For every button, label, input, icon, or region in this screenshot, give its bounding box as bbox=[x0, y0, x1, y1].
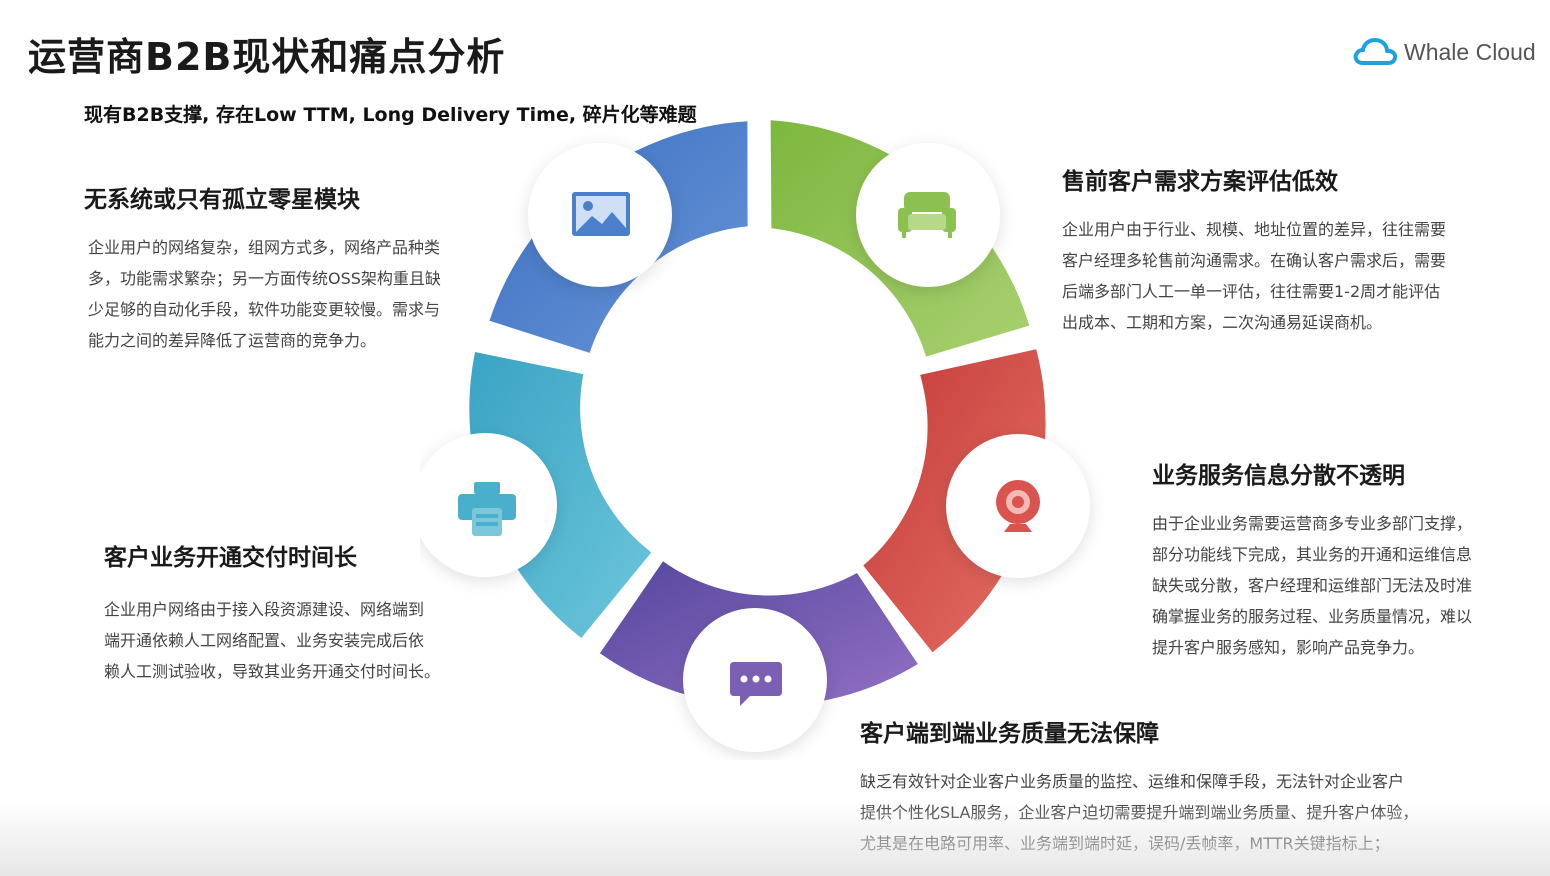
pain-point-delivery: 客户业务开通交付时间长 企业用户网络由于接入段资源建设、网络端到 端开通依赖人工… bbox=[104, 538, 484, 687]
pain-point-title: 客户业务开通交付时间长 bbox=[104, 545, 357, 571]
page-title: 运营商B2B现状和痛点分析 bbox=[28, 35, 506, 79]
pain-point-line: 后端多部门人工一单一评估，往往需要1-2周才能评估 bbox=[1062, 282, 1441, 301]
cloud-icon bbox=[1353, 38, 1398, 65]
pain-point-title: 业务服务信息分散不透明 bbox=[1152, 463, 1405, 489]
pain-point-line: 企业用户网络由于接入段资源建设、网络端到 bbox=[104, 600, 425, 619]
pain-point-line: 企业用户的网络复杂，组网方式多，网络产品种类 bbox=[88, 238, 441, 257]
pain-point-line: 少足够的自动化手段，软件功能变更较慢。需求与 bbox=[88, 300, 441, 319]
pain-point-line: 端开通依赖人工网络配置、业务安装完成后依 bbox=[104, 631, 425, 650]
pain-point-line: 能力之间的差异降低了运营商的竞争力。 bbox=[88, 331, 377, 350]
pain-point-quality: 客户端到端业务质量无法保障 缺乏有效针对企业客户业务质量的监控、运维和保障手段，… bbox=[860, 714, 1480, 859]
pain-point-line: 客户经理多轮售前沟通需求。在确认客户需求后，需要 bbox=[1062, 251, 1447, 270]
pain-point-line: 尤其是在电路可用率、业务端到端时延，误码/丢帧率，MTTR关键指标上； bbox=[860, 834, 1390, 853]
cycle-diagram bbox=[420, 120, 1090, 752]
company-logo: Whale Cloud bbox=[1352, 32, 1536, 72]
pain-point-line: 缺乏有效针对企业客户业务质量的监控、运维和保障手段，无法针对企业客户 bbox=[860, 772, 1405, 791]
pain-point-line: 部分功能线下完成，其业务的开通和运维信息 bbox=[1152, 545, 1473, 564]
pain-point-line: 多，功能需求繁杂；另一方面传统OSS架构重且缺 bbox=[88, 269, 441, 288]
logo-text: Whale Cloud bbox=[1404, 38, 1536, 65]
image-icon bbox=[572, 192, 630, 236]
pain-point-presales: 售前客户需求方案评估低效 企业用户由于行业、规模、地址位置的差异，往往需要 客户… bbox=[1062, 162, 1502, 338]
pain-point-info: 业务服务信息分散不透明 由于企业业务需要运营商多专业多部门支撑， 部分功能线下完… bbox=[1152, 456, 1532, 663]
pain-point-line: 出成本、工期和方案，二次沟通易延误商机。 bbox=[1062, 313, 1383, 332]
pain-point-isolated: 无系统或只有孤立零星模块 企业用户的网络复杂，组网方式多，网络产品种类 多，功能… bbox=[84, 180, 484, 356]
pain-point-title: 无系统或只有孤立零星模块 bbox=[84, 187, 360, 213]
pain-point-title: 售前客户需求方案评估低效 bbox=[1062, 169, 1338, 195]
pain-point-line: 缺失或分散，客户经理和运维部门无法及时准 bbox=[1152, 576, 1473, 595]
pain-point-line: 赖人工测试验收，导致其业务开通交付时间长。 bbox=[104, 662, 441, 681]
pain-point-line: 提供个性化SLA服务，企业客户迫切需要提升端到端业务质量、提升客户体验， bbox=[860, 803, 1419, 822]
pain-point-line: 确掌握业务的服务过程、业务质量情况，难以 bbox=[1152, 607, 1473, 626]
pain-point-title: 客户端到端业务质量无法保障 bbox=[860, 721, 1159, 747]
pain-point-line: 提升客户服务感知，影响产品竞争力。 bbox=[1152, 638, 1425, 657]
pain-point-line: 由于企业业务需要运营商多专业多部门支撑， bbox=[1152, 514, 1473, 533]
pain-point-line: 企业用户由于行业、规模、地址位置的差异，往往需要 bbox=[1062, 220, 1447, 239]
